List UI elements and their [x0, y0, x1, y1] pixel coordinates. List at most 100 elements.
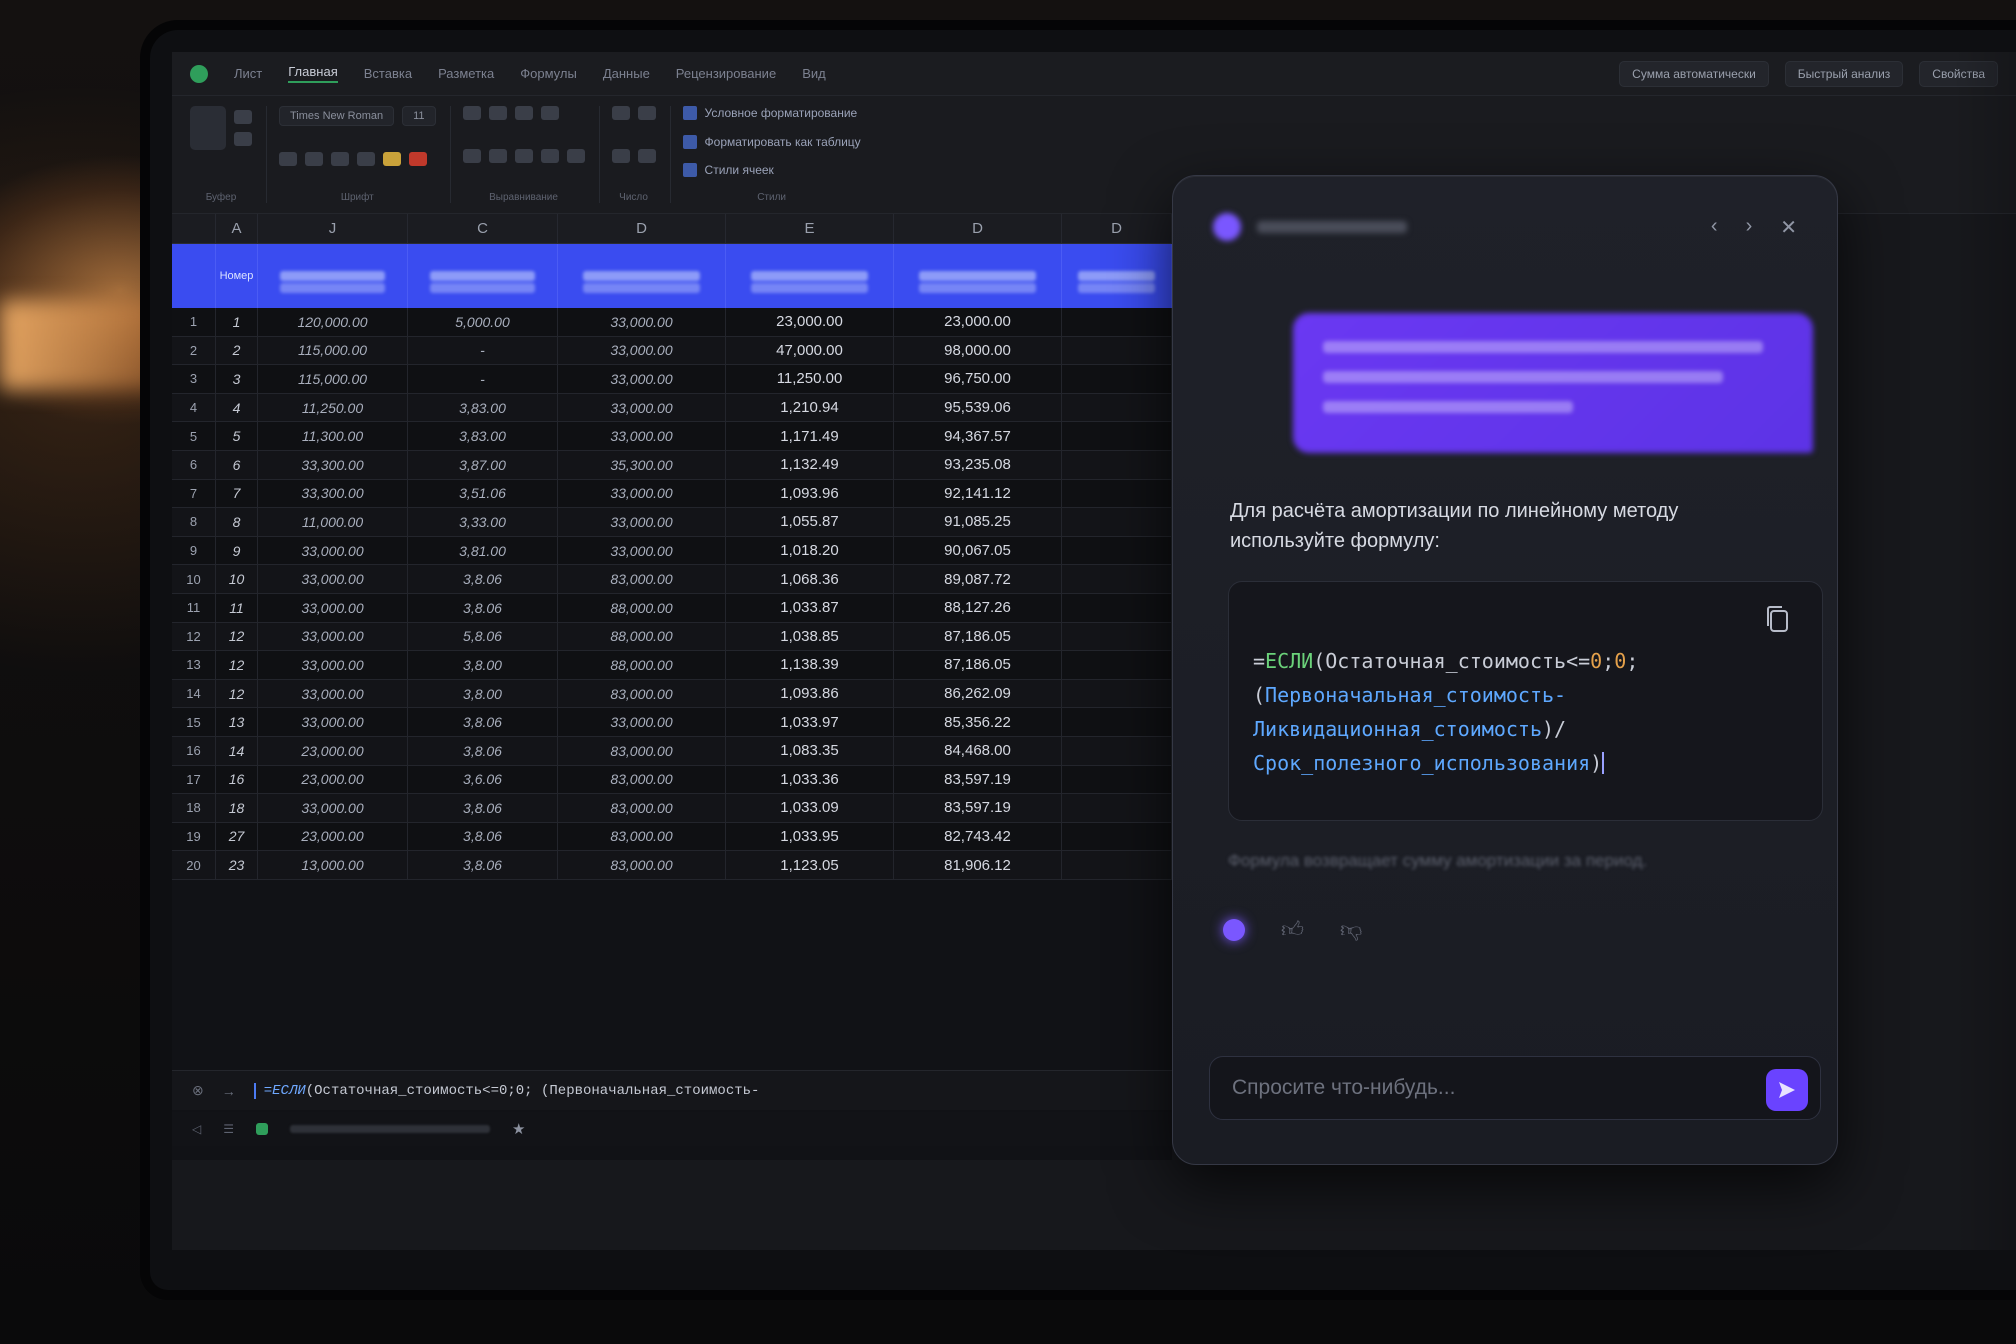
- spreadsheet-grid[interactable]: A J C D E D D Номер 1 1 120,000.00 5,000.00…: [172, 214, 1172, 1160]
- corner-cell[interactable]: [172, 214, 216, 243]
- index-cell[interactable]: 10: [216, 565, 258, 593]
- align-left-icon[interactable]: [462, 149, 481, 163]
- col-d-cell[interactable]: 33,000.00: [558, 536, 726, 565]
- index-cell[interactable]: 12: [216, 651, 258, 679]
- menu-review[interactable]: Рецензирование: [676, 66, 776, 81]
- conditional-format-link[interactable]: Условное форматирование: [682, 106, 861, 120]
- row-number-cell[interactable]: 16: [172, 736, 216, 765]
- row-number-cell[interactable]: 5: [172, 422, 216, 450]
- col-d-cell[interactable]: 33,000.00: [558, 708, 726, 736]
- col-c-cell[interactable]: 3,83.00: [408, 422, 558, 450]
- col-header-e[interactable]: E: [726, 214, 894, 243]
- col-d-cell[interactable]: 88,000.00: [558, 593, 726, 622]
- col-d2-cell[interactable]: 82,743.42: [894, 822, 1062, 851]
- col-d-cell[interactable]: 88,000.00: [558, 651, 726, 679]
- col-e-cell[interactable]: 1,033.87: [726, 593, 894, 622]
- row-number-cell[interactable]: 9: [172, 536, 216, 565]
- col-c-cell[interactable]: 3,8.00: [408, 651, 558, 679]
- index-cell[interactable]: 3: [216, 365, 258, 393]
- col-d3-cell[interactable]: [1062, 422, 1172, 450]
- col-d-cell[interactable]: 33,000.00: [558, 393, 726, 422]
- row-number-cell[interactable]: 20: [172, 851, 216, 879]
- col-d2-cell[interactable]: 85,356.22: [894, 708, 1062, 736]
- col-c-cell[interactable]: 3,81.00: [408, 536, 558, 565]
- col-j-cell[interactable]: 33,000.00: [258, 622, 408, 651]
- col-d3-cell[interactable]: [1062, 565, 1172, 593]
- sheet-menu-icon[interactable]: ☰: [223, 1122, 234, 1136]
- font-color-icon[interactable]: [409, 152, 427, 166]
- col-header-a[interactable]: A: [216, 214, 258, 243]
- col-d2-cell[interactable]: 87,186.05: [894, 651, 1062, 679]
- col-d2-cell[interactable]: 81,906.12: [894, 851, 1062, 879]
- col-d3-cell[interactable]: [1062, 593, 1172, 622]
- cell-styles-link[interactable]: Стили ячеек: [682, 163, 861, 178]
- col-c-cell[interactable]: 5,000.00: [408, 308, 558, 336]
- menu-file[interactable]: Лист: [234, 66, 262, 81]
- col-d-cell[interactable]: 83,000.00: [558, 679, 726, 708]
- col-e-cell[interactable]: 1,171.49: [726, 422, 894, 450]
- col-d-cell[interactable]: 83,000.00: [558, 794, 726, 822]
- row-number-cell[interactable]: 13: [172, 651, 216, 679]
- col-d2-cell[interactable]: 83,597.19: [894, 794, 1062, 822]
- col-c-cell[interactable]: 3,83.00: [408, 393, 558, 422]
- col-d3-cell[interactable]: [1062, 822, 1172, 851]
- chevron-right-icon[interactable]: ›: [1746, 215, 1753, 240]
- col-d2-cell[interactable]: 93,235.08: [894, 450, 1062, 479]
- col-d2-cell[interactable]: 84,468.00: [894, 736, 1062, 765]
- header-d[interactable]: [558, 244, 726, 308]
- font-name-select[interactable]: Times New Roman: [279, 106, 395, 126]
- col-j-cell[interactable]: 33,000.00: [258, 565, 408, 593]
- col-c-cell[interactable]: 3,33.00: [408, 508, 558, 536]
- col-d-cell[interactable]: 33,000.00: [558, 422, 726, 450]
- close-icon[interactable]: ✕: [1780, 215, 1797, 240]
- copy-format-icon[interactable]: [234, 132, 252, 146]
- col-j-cell[interactable]: 23,000.00: [258, 822, 408, 851]
- row-number-cell[interactable]: 8: [172, 508, 216, 536]
- chat-input[interactable]: [1232, 1076, 1712, 1100]
- col-d-cell[interactable]: 35,300.00: [558, 450, 726, 479]
- col-d3-cell[interactable]: [1062, 336, 1172, 365]
- index-cell[interactable]: 6: [216, 450, 258, 479]
- enter-formula-icon[interactable]: →: [222, 1083, 236, 1099]
- paste-icon[interactable]: [190, 106, 226, 150]
- col-e-cell[interactable]: 1,068.36: [726, 565, 894, 593]
- col-e-cell[interactable]: 1,210.94: [726, 393, 894, 422]
- col-c-cell[interactable]: 5,8.06: [408, 622, 558, 651]
- menu-formulas[interactable]: Формулы: [520, 66, 577, 81]
- row-number-cell[interactable]: 4: [172, 393, 216, 422]
- decimal-increase-icon[interactable]: [611, 149, 630, 163]
- send-button[interactable]: [1766, 1069, 1808, 1111]
- col-d2-cell[interactable]: 96,750.00: [894, 365, 1062, 393]
- col-d-cell[interactable]: 83,000.00: [558, 822, 726, 851]
- autosum-button[interactable]: Сумма автоматически: [1619, 60, 1769, 87]
- col-e-cell[interactable]: 47,000.00: [726, 336, 894, 365]
- row-number-cell[interactable]: 10: [172, 565, 216, 593]
- col-c-cell[interactable]: -: [408, 365, 558, 393]
- index-cell[interactable]: 13: [216, 708, 258, 736]
- index-cell[interactable]: 12: [216, 622, 258, 651]
- align-right-icon[interactable]: [514, 149, 533, 163]
- menu-insert[interactable]: Вставка: [364, 66, 412, 81]
- col-d2-cell[interactable]: 98,000.00: [894, 336, 1062, 365]
- col-d3-cell[interactable]: [1062, 708, 1172, 736]
- col-d2-cell[interactable]: 83,597.19: [894, 765, 1062, 794]
- row-number-cell[interactable]: 3: [172, 365, 216, 393]
- wrap-text-icon[interactable]: [540, 149, 559, 163]
- index-cell[interactable]: 2: [216, 336, 258, 365]
- col-e-cell[interactable]: 1,038.85: [726, 622, 894, 651]
- col-d2-cell[interactable]: 94,367.57: [894, 422, 1062, 450]
- col-header-d3[interactable]: D: [1062, 214, 1172, 243]
- col-c-cell[interactable]: 3,8.06: [408, 593, 558, 622]
- col-d3-cell[interactable]: [1062, 736, 1172, 765]
- col-d-cell[interactable]: 83,000.00: [558, 765, 726, 794]
- col-j-cell[interactable]: 115,000.00: [258, 336, 408, 365]
- col-c-cell[interactable]: -: [408, 336, 558, 365]
- col-d3-cell[interactable]: [1062, 450, 1172, 479]
- col-e-cell[interactable]: 11,250.00: [726, 365, 894, 393]
- col-c-cell[interactable]: 3,51.06: [408, 479, 558, 508]
- cut-icon[interactable]: [234, 110, 252, 124]
- row-number-cell[interactable]: 18: [172, 794, 216, 822]
- row-number-cell[interactable]: 6: [172, 450, 216, 479]
- col-d3-cell[interactable]: [1062, 365, 1172, 393]
- col-e-cell[interactable]: 1,018.20: [726, 536, 894, 565]
